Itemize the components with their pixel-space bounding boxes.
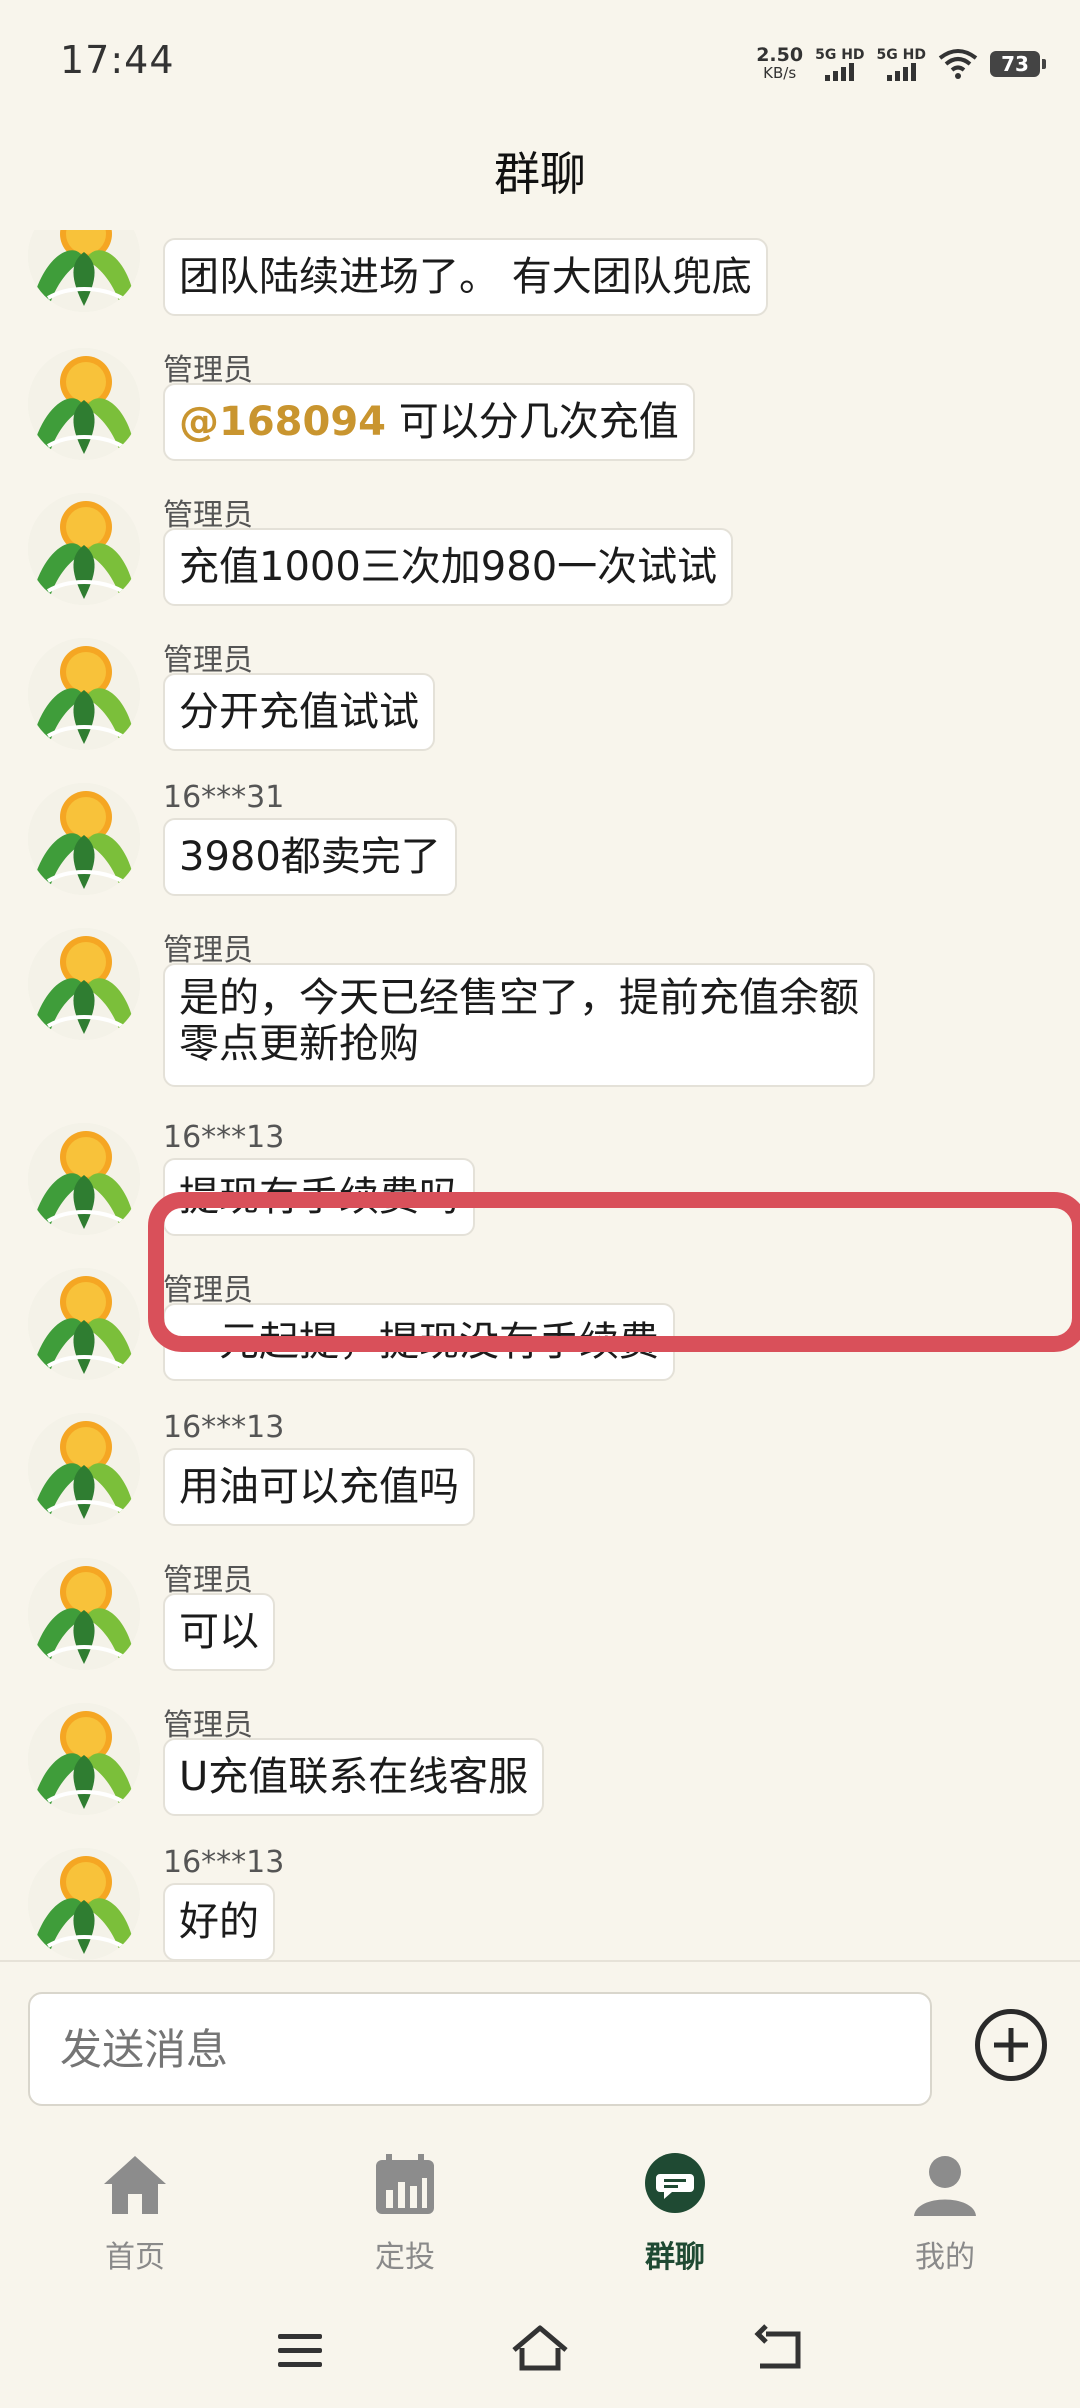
bottom-tab-bar: 首页 定投 群聊 我的 — [0, 2120, 1080, 2290]
avatar[interactable] — [28, 1703, 140, 1815]
status-bar: 17:44 2.50 KB/s 5G HD 5G HD 73 — [0, 0, 1080, 125]
avatar[interactable] — [28, 493, 140, 605]
avatar[interactable] — [28, 1848, 140, 1960]
sender-name: 16***13 — [163, 1845, 285, 1880]
sender-name: 16***13 — [163, 1410, 285, 1445]
tab-label: 群聊 — [645, 2240, 705, 2275]
avatar[interactable] — [28, 1123, 140, 1235]
signal-icon: 5G HD — [815, 47, 865, 81]
home-icon — [104, 2156, 166, 2214]
message-bubble[interactable]: 好的 — [163, 1883, 275, 1960]
tab-group-chat[interactable]: 群聊 — [575, 2150, 775, 2276]
plus-icon[interactable] — [975, 2009, 1047, 2081]
tab-label: 首页 — [105, 2240, 165, 2275]
avatar[interactable] — [28, 1558, 140, 1670]
message-text-line: 零点更新抢购 — [179, 1021, 419, 1067]
page-title: 群聊 — [494, 147, 586, 201]
avatar[interactable] — [28, 1268, 140, 1380]
message-composer — [0, 1960, 1080, 2112]
message-bubble[interactable]: 可以 — [163, 1593, 275, 1671]
back-icon[interactable] — [750, 2320, 810, 2380]
chat-message-list[interactable]: 团队陆续进场了。 有大团队兜底 管理员 @168094 可以分几次充值 管理员 … — [0, 230, 1080, 1960]
wifi-icon — [938, 49, 978, 79]
calendar-chart-icon — [376, 2154, 434, 2214]
avatar[interactable] — [28, 928, 140, 1040]
battery-icon: 73 — [990, 51, 1046, 77]
tab-home[interactable]: 首页 — [35, 2150, 235, 2276]
message-bubble[interactable]: @168094 可以分几次充值 — [163, 383, 695, 461]
message-bubble[interactable]: 提现有手续费吗 — [163, 1158, 475, 1236]
tab-label: 定投 — [375, 2240, 435, 2275]
message-bubble[interactable]: 3980都卖完了 — [163, 818, 457, 896]
message-bubble[interactable]: 充值1000三次加980一次试试 — [163, 528, 734, 606]
message-text-line: 是的，今天已经售空了，提前充值余额 — [179, 975, 859, 1021]
avatar[interactable] — [28, 638, 140, 750]
mention-link[interactable]: @168094 — [179, 399, 386, 445]
avatar[interactable] — [28, 783, 140, 895]
system-navigation-bar — [0, 2290, 1080, 2408]
profile-icon — [914, 2156, 976, 2216]
chat-icon — [645, 2153, 705, 2213]
message-text: 可以分几次充值 — [386, 399, 679, 445]
sender-name: 16***31 — [163, 780, 285, 815]
avatar[interactable] — [28, 230, 140, 312]
message-bubble[interactable]: 团队陆续进场了。 有大团队兜底 — [163, 238, 768, 316]
network-speed: 2.50 KB/s — [756, 44, 804, 83]
tab-fixed-investment[interactable]: 定投 — [305, 2150, 505, 2276]
message-bubble[interactable]: 一元起提，提现没有手续费 — [163, 1303, 675, 1381]
tab-label: 我的 — [915, 2240, 975, 2275]
message-input[interactable] — [28, 1992, 932, 2106]
home-button-icon[interactable] — [510, 2320, 570, 2380]
message-bubble[interactable]: U充值联系在线客服 — [163, 1738, 545, 1816]
avatar[interactable] — [28, 348, 140, 460]
message-bubble[interactable]: 用油可以充值吗 — [163, 1448, 475, 1526]
sender-name: 16***13 — [163, 1120, 285, 1155]
status-icons: 2.50 KB/s 5G HD 5G HD 73 — [756, 40, 1046, 88]
status-time: 17:44 — [60, 38, 175, 82]
menu-icon[interactable] — [270, 2320, 330, 2380]
signal-icon: 5G HD — [877, 47, 926, 81]
message-bubble[interactable]: 分开充值试试 — [163, 673, 435, 751]
message-bubble[interactable]: 是的，今天已经售空了，提前充值余额 零点更新抢购 — [163, 963, 875, 1087]
avatar[interactable] — [28, 1413, 140, 1525]
tab-profile[interactable]: 我的 — [845, 2150, 1045, 2276]
